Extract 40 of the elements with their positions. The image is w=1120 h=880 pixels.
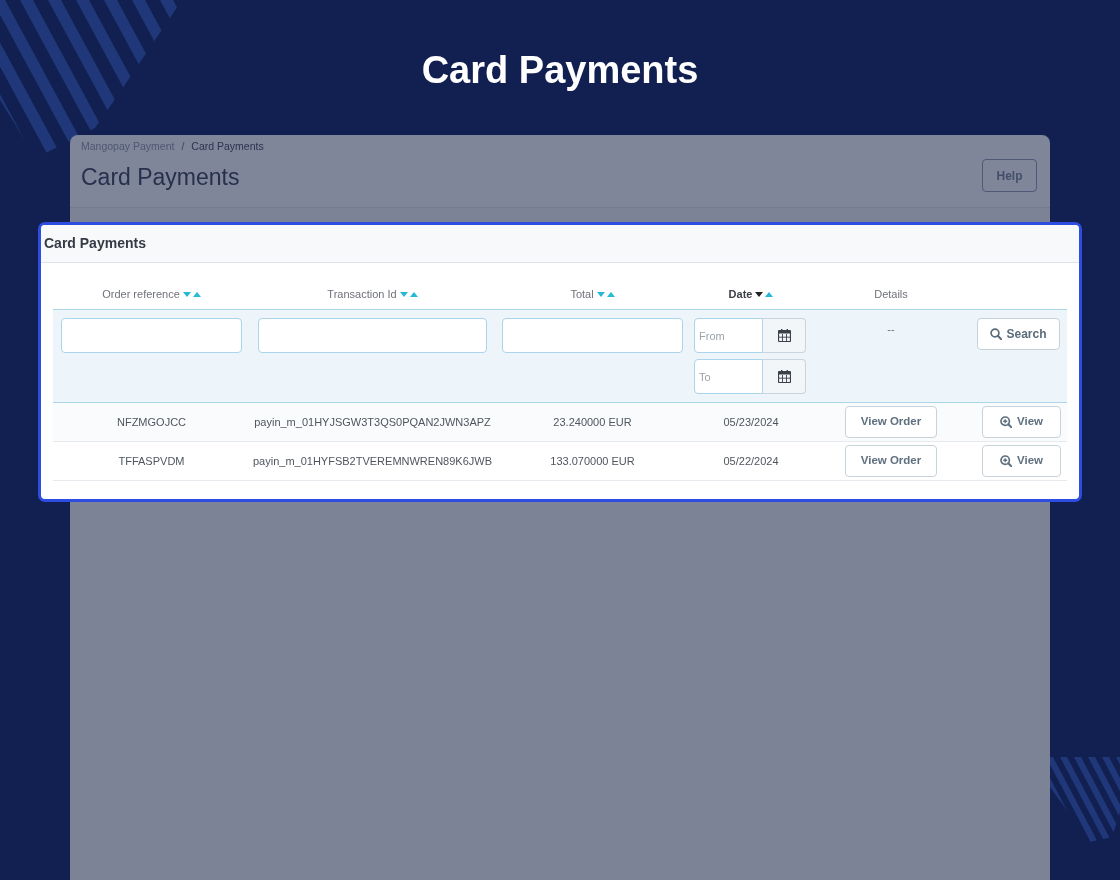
search-icon (990, 328, 1003, 340)
order-reference-cell-text: TFFASPVDM (118, 453, 185, 469)
order-reference-cell-text: NFZMGOJCC (116, 414, 186, 430)
column-header: Date (728, 287, 753, 303)
view-order-button[interactable]: View Order (845, 406, 937, 438)
filter-input[interactable] (61, 318, 242, 353)
filter-input[interactable] (502, 318, 683, 353)
caret-up-icon[interactable] (192, 292, 201, 297)
column-header: Details (874, 287, 908, 303)
hero-title: Card Payments (421, 48, 699, 93)
calendar-button[interactable] (763, 359, 806, 394)
calendar-icon (777, 370, 791, 383)
date-input[interactable]: To (694, 359, 763, 394)
view-order-button[interactable]: View Order (845, 445, 937, 477)
view-button[interactable]: View (982, 445, 1061, 477)
caret-up-icon[interactable] (606, 292, 615, 297)
date-input[interactable]: From (694, 318, 763, 353)
calendar-button[interactable] (763, 318, 806, 353)
zoom-in-icon (1000, 455, 1012, 467)
search-button[interactable]: Search (977, 318, 1060, 350)
total-cell-text: 133.070000 EUR (550, 453, 635, 469)
caret-up-icon[interactable] (409, 292, 418, 297)
page-title: Card Payments (81, 163, 240, 191)
calendar-icon (777, 329, 791, 342)
transaction-id-cell-text: payin_m_01HYFSB2TVEREMNWREN89K6JWB (253, 453, 492, 469)
caret-down-icon[interactable] (755, 292, 764, 297)
card-title: Card Payments (44, 234, 146, 253)
date-cell-text: 05/23/2024 (723, 414, 779, 430)
breadcrumb-separator: / (181, 139, 185, 155)
column-header: Total (570, 287, 594, 303)
total-cell-text: 23.240000 EUR (553, 414, 632, 430)
view-button[interactable]: View (982, 406, 1061, 438)
empty-filter-text: -- (887, 322, 895, 337)
filter-input[interactable] (258, 318, 487, 353)
column-header: Transaction Id (327, 287, 397, 303)
transaction-id-cell-text: payin_m_01HYJSGW3T3QS0PQAN2JWN3APZ (254, 414, 491, 430)
zoom-in-icon (1000, 416, 1012, 428)
breadcrumb-current: Card Payments (191, 139, 264, 155)
date-cell-text: 05/22/2024 (723, 453, 779, 469)
column-header: Order reference (102, 287, 180, 303)
